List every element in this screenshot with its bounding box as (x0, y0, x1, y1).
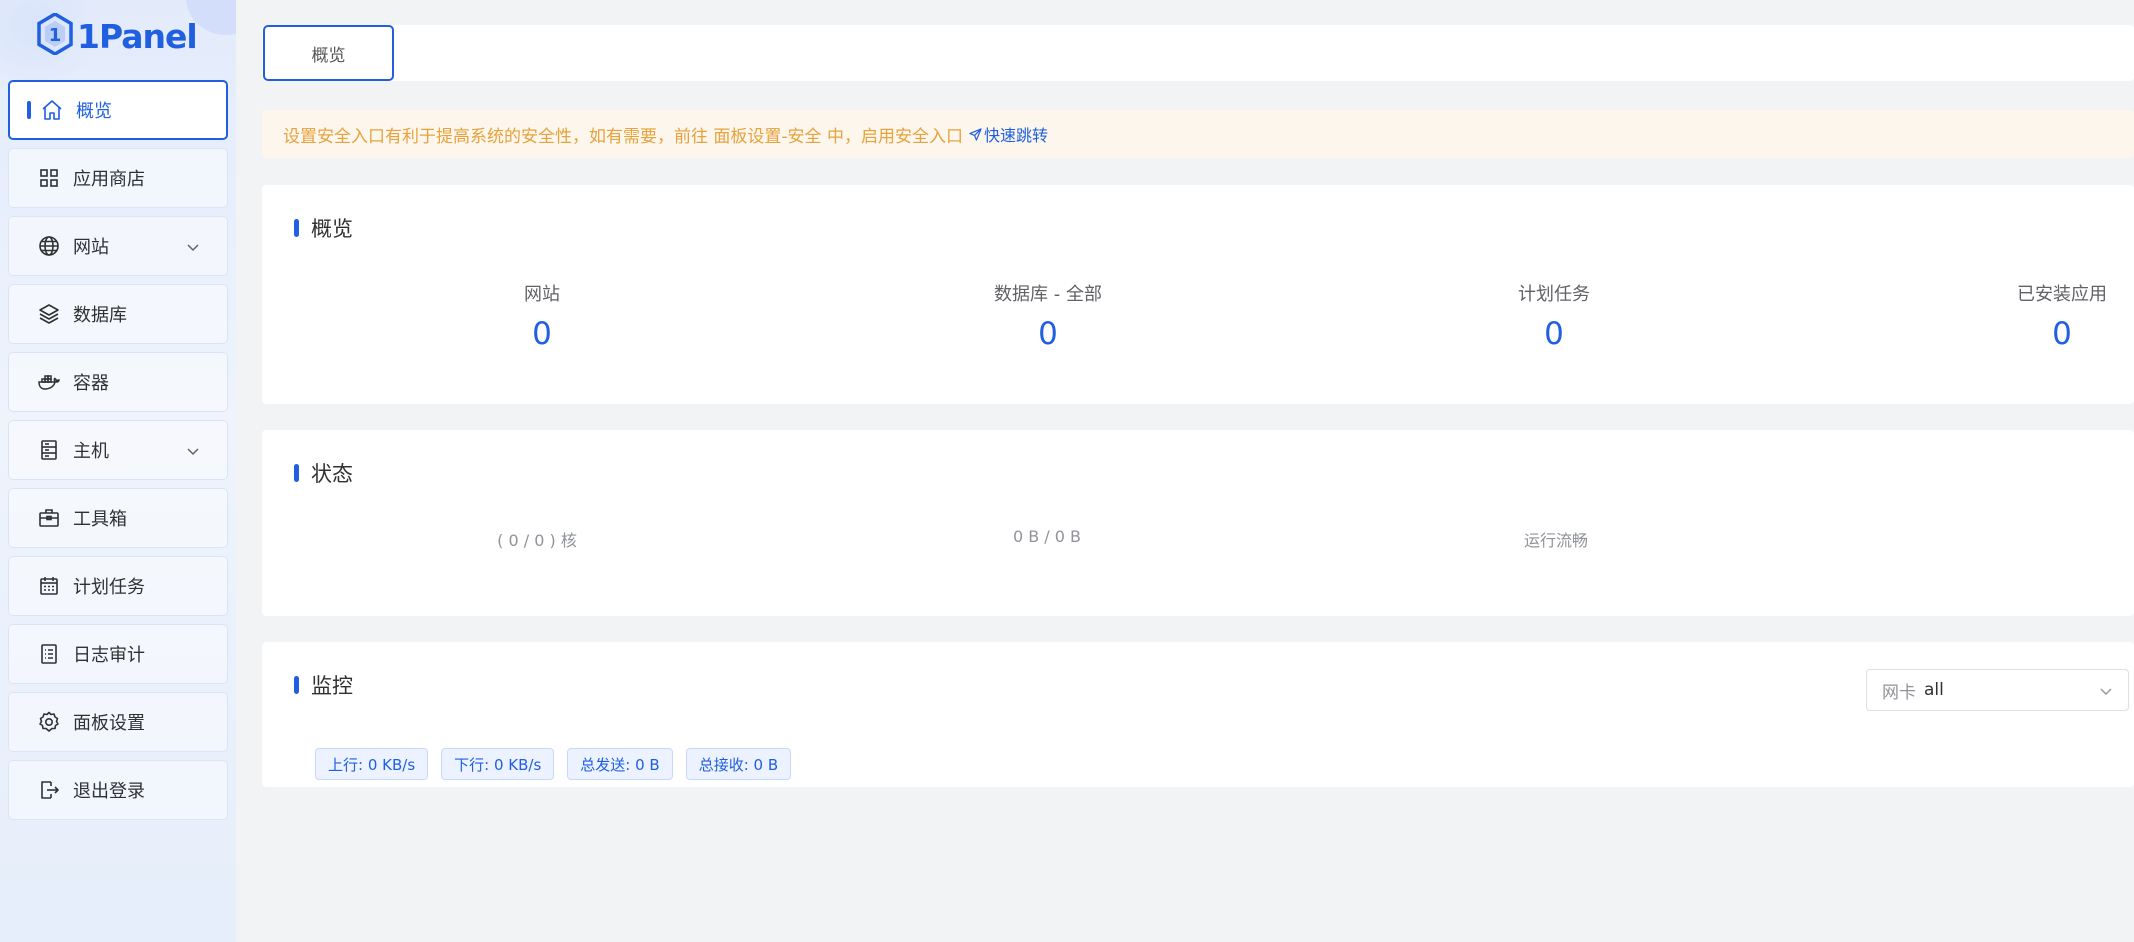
sidebar-item-host[interactable]: 主机 (8, 420, 228, 480)
tag-total-received: 总接收: 0 B (685, 748, 792, 780)
sidebar-item-label: 计划任务 (73, 577, 145, 598)
sidebar-item-label: 数据库 (73, 305, 127, 326)
sidebar-item-label: 主机 (73, 441, 109, 462)
sidebar-item-label: 网站 (73, 237, 109, 258)
stat-label: 数据库 - 全部 (994, 284, 1102, 305)
sidebar-item-label: 面板设置 (73, 713, 145, 734)
monitor-title: 监控 (294, 670, 353, 700)
sidebar-item-label: 应用商店 (73, 169, 145, 190)
stat-label: 计划任务 (1518, 284, 1590, 305)
sidebar-item-label: 日志审计 (73, 645, 145, 666)
sidebar-item-label: 容器 (73, 373, 109, 394)
sidebar-item-label: 退出登录 (73, 781, 145, 802)
sidebar-item-label: 概览 (76, 101, 112, 122)
sidebar-item-app-store[interactable]: 应用商店 (8, 148, 228, 208)
sidebar-item-settings[interactable]: 面板设置 (8, 692, 228, 752)
stat-value[interactable]: 0 (1454, 316, 1654, 352)
logo-text: 1Panel (77, 16, 198, 56)
stat-value[interactable]: 0 (948, 316, 1148, 352)
security-alert: 设置安全入口有利于提高系统的安全性，如有需要，前往 面板设置-安全 中，启用安全… (262, 110, 2134, 158)
tab-overview[interactable]: 概览 (263, 25, 394, 81)
sidebar: 1 1Panel 概览 应用商店 网站 数据库 容器 主机 工具箱 计划任务 日… (0, 0, 236, 942)
sidebar-item-label: 工具箱 (73, 509, 127, 530)
grid-icon (37, 166, 61, 190)
stat-installed-apps[interactable]: 已安装应用 0 (1962, 280, 2134, 352)
title-bar (294, 676, 299, 694)
sidebar-item-overview[interactable]: 概览 (8, 80, 228, 140)
sidebar-item-container[interactable]: 容器 (8, 352, 228, 412)
calendar-icon (37, 574, 61, 598)
stat-databases[interactable]: 数据库 - 全部 0 (948, 280, 1148, 352)
send-icon (969, 127, 982, 141)
tab-label: 概览 (311, 45, 346, 66)
card-title-text: 监控 (311, 674, 353, 698)
active-indicator (27, 101, 31, 119)
sidebar-item-toolbox[interactable]: 工具箱 (8, 488, 228, 548)
overview-title: 概览 (294, 213, 353, 243)
tag-upload-speed: 上行: 0 KB/s (315, 748, 429, 780)
tag-total-sent: 总发送: 0 B (567, 748, 673, 780)
gear-icon (37, 710, 61, 734)
server-icon (37, 438, 61, 462)
status-card: 状态 ( 0 / 0 ) 核 0 B / 0 B 运行流畅 (262, 430, 2134, 616)
logout-icon (37, 778, 61, 802)
card-title-text: 状态 (311, 462, 353, 486)
nic-select-prefix: 网卡 (1882, 682, 1916, 703)
chevron-down-icon[interactable] (185, 239, 201, 255)
sidebar-menu: 概览 应用商店 网站 数据库 容器 主机 工具箱 计划任务 日志审计 面板设置 … (8, 80, 228, 828)
home-icon (40, 98, 64, 122)
stat-label: 网站 (524, 284, 560, 305)
quick-jump-link[interactable]: 快速跳转 (969, 122, 1048, 146)
tab-bar: 概览 (262, 25, 2134, 81)
log-icon (37, 642, 61, 666)
globe-icon (37, 234, 61, 258)
sidebar-item-logs[interactable]: 日志审计 (8, 624, 228, 684)
monitor-card: 监控 网卡 all 上行: 0 KB/s 下行: 0 KB/s 总发送: 0 B… (262, 642, 2134, 787)
sidebar-item-logout[interactable]: 退出登录 (8, 760, 228, 820)
logo[interactable]: 1 1Panel (37, 11, 198, 60)
card-title-text: 概览 (311, 217, 353, 241)
nic-select[interactable]: 网卡 all (1866, 669, 2129, 711)
quick-jump-label: 快速跳转 (983, 126, 1048, 145)
stat-cron-jobs[interactable]: 计划任务 0 (1454, 280, 1654, 352)
logo-icon: 1 (37, 11, 73, 59)
sidebar-item-database[interactable]: 数据库 (8, 284, 228, 344)
stat-websites[interactable]: 网站 0 (442, 280, 642, 352)
alert-text: 设置安全入口有利于提高系统的安全性，如有需要，前往 面板设置-安全 中，启用安全… (283, 126, 963, 147)
toolbox-icon (37, 506, 61, 530)
sidebar-item-website[interactable]: 网站 (8, 216, 228, 276)
stat-value[interactable]: 0 (1962, 316, 2134, 352)
status-load: 运行流畅 (1523, 531, 1588, 550)
layers-icon (37, 302, 61, 326)
svg-text:1: 1 (49, 25, 62, 46)
sidebar-item-cron[interactable]: 计划任务 (8, 556, 228, 616)
title-bar (294, 219, 299, 237)
chevron-down-icon (2100, 688, 2112, 695)
docker-icon (37, 370, 61, 394)
stat-label: 已安装应用 (2017, 284, 2107, 305)
stat-value[interactable]: 0 (442, 316, 642, 352)
chevron-down-icon[interactable] (185, 443, 201, 459)
title-bar (294, 464, 299, 482)
tag-download-speed: 下行: 0 KB/s (441, 748, 555, 780)
network-tags: 上行: 0 KB/s 下行: 0 KB/s 总发送: 0 B 总接收: 0 B (315, 748, 804, 780)
status-memory: 0 B / 0 B (1012, 527, 1082, 546)
status-cpu: ( 0 / 0 ) 核 (497, 531, 577, 550)
overview-card: 概览 网站 0 数据库 - 全部 0 计划任务 0 已安装应用 0 (262, 185, 2134, 404)
nic-select-value: all (1924, 680, 1944, 700)
status-title: 状态 (294, 458, 353, 488)
